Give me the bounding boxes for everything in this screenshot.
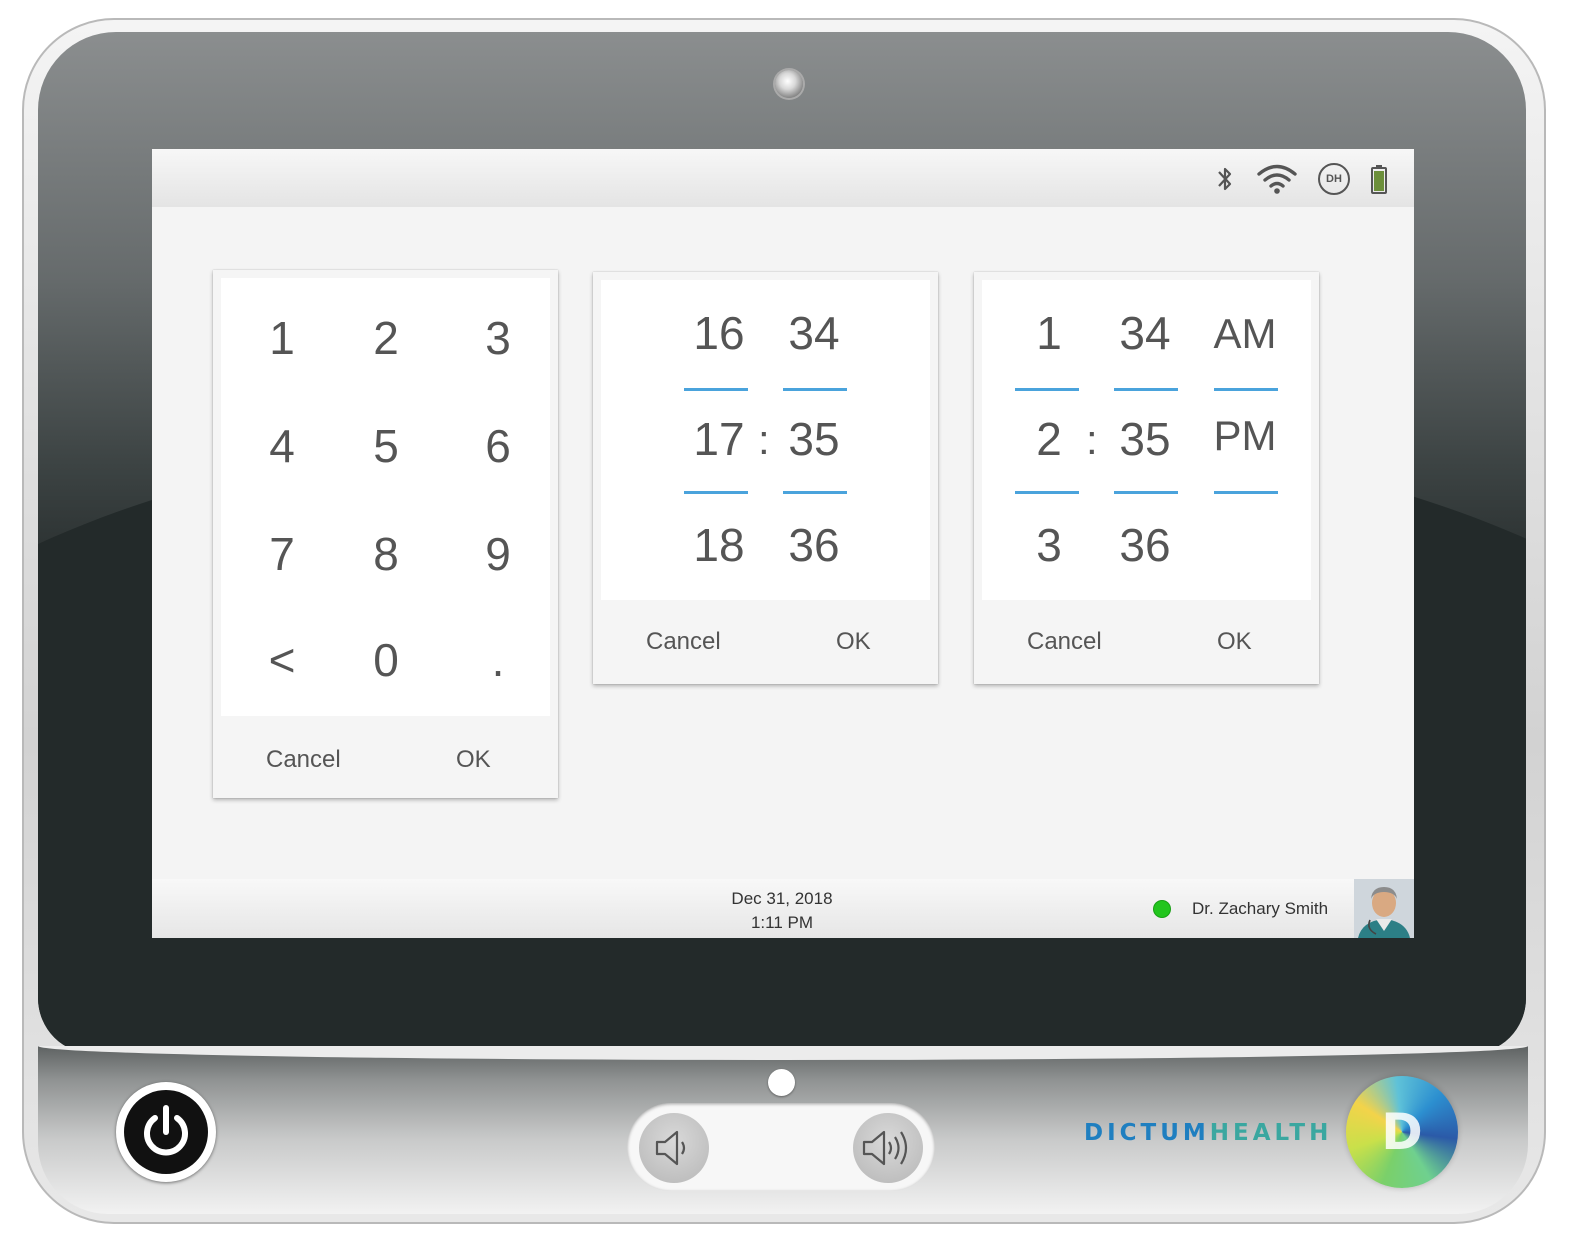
time-separator: :	[758, 416, 770, 463]
device-screen: DH 1 2 3 4 5 6 7 8 9 < 0 . Cancel OK 16 …	[152, 149, 1414, 938]
control-bar-curve	[38, 1046, 1528, 1060]
time-picker-24h-cancel-button[interactable]: Cancel	[646, 628, 721, 656]
hour-selection-line-bottom	[1015, 491, 1079, 494]
minute-selection-line-top	[783, 388, 847, 391]
hour-option-selected[interactable]: 2	[1004, 412, 1094, 466]
numpad-ok-button[interactable]: OK	[456, 746, 491, 774]
status-bar: DH	[152, 149, 1414, 207]
numpad-keys-panel: 1 2 3 4 5 6 7 8 9 < 0 .	[221, 278, 550, 716]
time-picker-12h-cancel-button[interactable]: Cancel	[1027, 628, 1102, 656]
volume-up-button[interactable]	[853, 1113, 923, 1183]
numpad-key-2[interactable]: 2	[341, 298, 431, 378]
brand-logo-letter: D	[1381, 1103, 1423, 1161]
footer-bar: Dec 31, 2018 1:11 PM Dr. Zachary Smith	[152, 879, 1414, 938]
speaker-high-icon	[862, 1130, 908, 1166]
period-selection-line-bottom	[1214, 491, 1278, 494]
bluetooth-icon	[1214, 163, 1236, 195]
minute-selection-line-top	[1114, 388, 1178, 391]
numpad-key-4[interactable]: 4	[237, 406, 327, 486]
user-name[interactable]: Dr. Zachary Smith	[1192, 899, 1328, 919]
volume-down-button[interactable]	[639, 1113, 709, 1183]
footer-date: Dec 31, 2018	[731, 889, 833, 908]
minute-option-next[interactable]: 36	[1100, 518, 1190, 572]
numpad-key-7[interactable]: 7	[237, 514, 327, 594]
hour-selection-line-top	[1015, 388, 1079, 391]
numpad-dialog: 1 2 3 4 5 6 7 8 9 < 0 . Cancel OK	[213, 270, 558, 798]
time-separator: :	[1086, 416, 1098, 463]
speaker-low-icon	[655, 1130, 686, 1166]
minute-selection-line-bottom	[1114, 491, 1178, 494]
hour-selection-line-top	[684, 388, 748, 391]
numpad-key-decimal[interactable]: .	[453, 620, 543, 700]
brand-name-part1: DICTUM	[1084, 1120, 1210, 1146]
user-online-status-indicator	[1154, 901, 1170, 917]
minute-option-selected[interactable]: 35	[1100, 412, 1190, 466]
hour-option-next[interactable]: 3	[1004, 518, 1094, 572]
numpad-cancel-button[interactable]: Cancel	[266, 746, 341, 774]
minute-option-prev[interactable]: 34	[1100, 306, 1190, 360]
minute-option-selected[interactable]: 35	[769, 412, 859, 466]
home-indicator-dot[interactable]	[768, 1069, 795, 1096]
brand-logo: D	[1346, 1076, 1458, 1188]
time-picker-24h-ok-button[interactable]: OK	[836, 628, 871, 656]
time-picker-24h-dialog: 16 17 18 : 34 35 36 Cancel OK	[593, 272, 938, 684]
power-button[interactable]	[116, 1082, 216, 1182]
time-picker-12h-ok-button[interactable]: OK	[1217, 628, 1252, 656]
brand-name: DICTUMHEALTH	[1084, 1120, 1332, 1150]
numpad-key-0[interactable]: 0	[341, 620, 431, 700]
hour-option-next[interactable]: 18	[674, 518, 764, 572]
period-selection-line-top	[1214, 388, 1278, 391]
hour-option-prev[interactable]: 16	[674, 306, 764, 360]
numpad-key-1[interactable]: 1	[237, 298, 327, 378]
volume-control	[627, 1103, 935, 1191]
wifi-icon	[1256, 163, 1298, 195]
hour-option-selected[interactable]: 17	[674, 412, 764, 466]
brand-name-part2: HEALTH	[1209, 1120, 1333, 1146]
numpad-key-9[interactable]: 9	[453, 514, 543, 594]
time-picker-12h-wheels: 1 2 3 : 34 35 36 AM PM	[982, 280, 1311, 600]
numpad-key-backspace[interactable]: <	[237, 620, 327, 700]
camera-lens	[775, 70, 803, 98]
numpad-key-3[interactable]: 3	[453, 298, 543, 378]
hour-selection-line-bottom	[684, 491, 748, 494]
battery-icon	[1370, 163, 1388, 195]
period-option-am[interactable]: AM	[1200, 310, 1290, 358]
dh-badge-text: DH	[1326, 173, 1342, 185]
dh-icon: DH	[1318, 163, 1350, 195]
avatar[interactable]	[1354, 879, 1414, 938]
minute-selection-line-bottom	[783, 491, 847, 494]
time-picker-24h-wheels: 16 17 18 : 34 35 36	[601, 280, 930, 600]
power-icon	[124, 1090, 208, 1174]
time-picker-12h-dialog: 1 2 3 : 34 35 36 AM PM Cancel OK	[974, 272, 1319, 684]
minute-option-next[interactable]: 36	[769, 518, 859, 572]
footer-time: 1:11 PM	[750, 913, 814, 932]
footer-datetime: Dec 31, 2018 1:11 PM	[682, 887, 882, 935]
minute-option-prev[interactable]: 34	[769, 306, 859, 360]
hour-option-prev[interactable]: 1	[1004, 306, 1094, 360]
numpad-key-5[interactable]: 5	[341, 406, 431, 486]
period-option-pm[interactable]: PM	[1200, 412, 1290, 460]
numpad-key-6[interactable]: 6	[453, 406, 543, 486]
numpad-key-8[interactable]: 8	[341, 514, 431, 594]
